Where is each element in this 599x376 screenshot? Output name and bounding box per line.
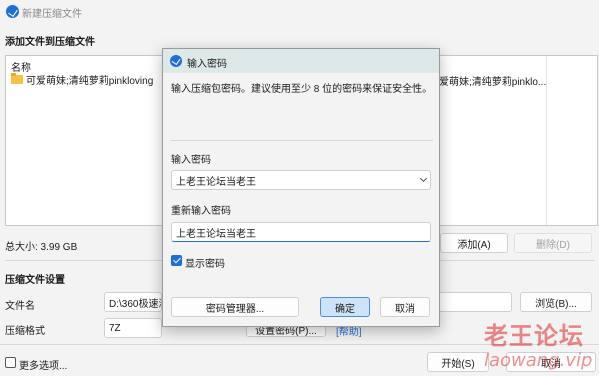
list-item[interactable]: 可爱萌妹;清纯萝莉pinkloving [11, 72, 154, 87]
folder-icon [11, 72, 23, 84]
watermark-logo: 老王论坛 [484, 321, 584, 350]
column-divider [546, 56, 547, 225]
confirm-password-label: 重新输入密码 [171, 206, 231, 217]
total-size: 总大小: 3.99 GB [5, 242, 78, 253]
divider [171, 140, 433, 141]
password-input[interactable]: 上老王论坛当老王 [171, 170, 431, 190]
window-titlebar: 新建压缩文件 [0, 0, 599, 24]
delete-button[interactable]: 删除(D) [514, 233, 592, 253]
settings-section-title: 压缩文件设置 [5, 275, 65, 286]
ok-button[interactable]: 确定 [320, 297, 370, 317]
password-dialog: 输入密码 输入压缩包密码。建议使用至少 8 位的密码来保证安全性。 输入密码 上… [162, 48, 440, 327]
show-password-checkbox[interactable] [171, 255, 182, 266]
app-logo-icon [6, 5, 19, 18]
more-options-label[interactable]: 更多选项... [19, 357, 67, 372]
filename-input[interactable]: D:\360极速浏 [104, 292, 162, 312]
confirm-password-input[interactable]: 上老王论坛当老王 [171, 222, 431, 242]
dialog-description: 输入压缩包密码。建议使用至少 8 位的密码来保证安全性。 [171, 84, 433, 95]
format-label: 压缩格式 [5, 326, 45, 337]
watermark-url: laowang.vip [484, 350, 593, 371]
browse-button[interactable]: 浏览(B)... [520, 292, 592, 312]
more-options-checkbox[interactable] [5, 357, 16, 368]
dialog-titlebar: 输入密码 [163, 49, 439, 73]
list-item-detail: 爱萌妹;清纯萝莉pinklo... [439, 77, 547, 88]
start-button[interactable]: 开始(S) [427, 352, 489, 372]
filename-input-tail[interactable] [440, 292, 512, 312]
window-title: 新建压缩文件 [22, 9, 82, 20]
add-files-section-title: 添加文件到压缩文件 [5, 37, 95, 48]
password-label: 输入密码 [171, 155, 211, 166]
filename-label: 文件名 [5, 301, 35, 312]
password-manager-button[interactable]: 密码管理器... [171, 297, 299, 317]
list-item-name: 可爱萌妹;清纯萝莉pinkloving [26, 75, 154, 87]
dialog-cancel-button[interactable]: 取消 [380, 297, 430, 317]
dialog-title: 输入密码 [187, 59, 227, 70]
app-logo-icon [170, 55, 182, 67]
format-select[interactable]: 7Z [104, 318, 162, 338]
show-password-label[interactable]: 显示密码 [185, 255, 225, 270]
add-button[interactable]: 添加(A) [440, 233, 508, 253]
